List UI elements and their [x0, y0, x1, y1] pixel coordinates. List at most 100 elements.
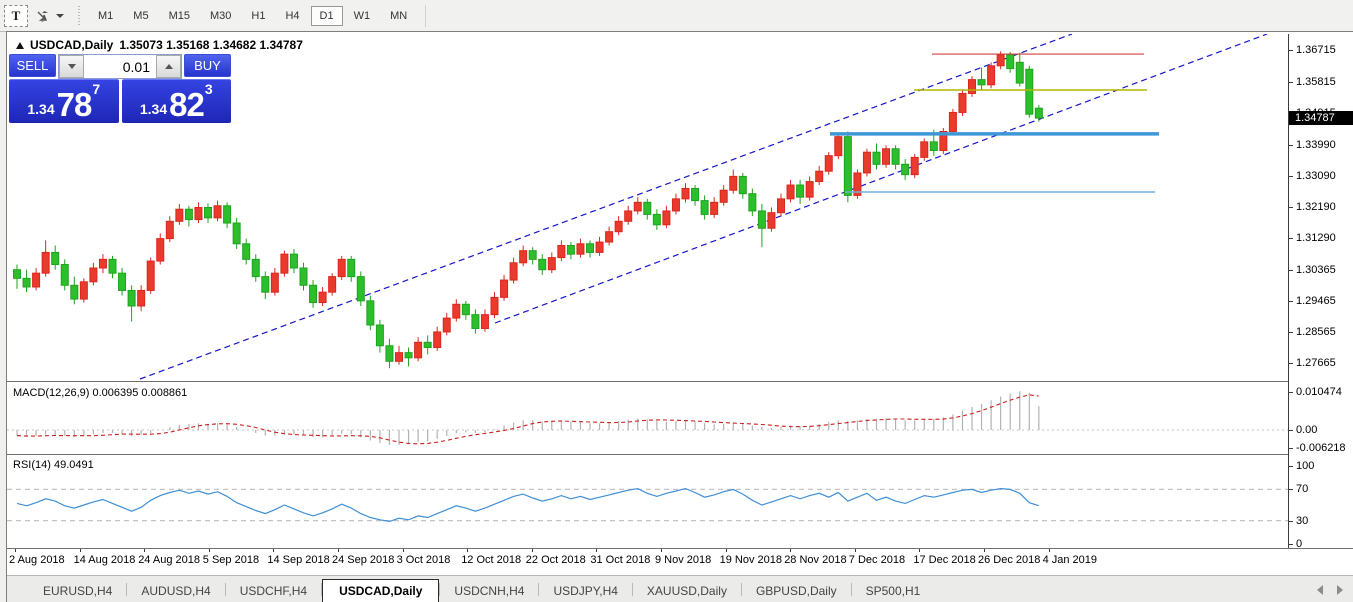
price-tick-label: 1.35815: [1289, 76, 1336, 88]
price-tick-label: 1.28565: [1289, 326, 1336, 338]
date-tick: [467, 549, 469, 552]
volume-increase-button[interactable]: [156, 55, 181, 78]
rsi-pane[interactable]: RSI(14) 49.0491: [7, 456, 1288, 548]
collapse-triangle-icon[interactable]: [16, 41, 24, 49]
rsi-chart: [7, 487, 1288, 523]
tab-xauusd[interactable]: XAUUSD,Daily: [633, 580, 741, 602]
rsi-tick-label: 70: [1288, 483, 1309, 495]
sell-price-panel[interactable]: 1.34 78 7: [9, 79, 119, 123]
date-label: 9 Nov 2018: [655, 554, 712, 566]
date-label: 14 Aug 2018: [73, 554, 136, 566]
tab-sp500[interactable]: SP500,H1: [852, 580, 935, 602]
date-tick: [79, 549, 81, 552]
timeframe-button-h1[interactable]: H1: [242, 6, 274, 26]
date-label: 17 Dec 2018: [913, 554, 976, 566]
volume-input[interactable]: [84, 55, 156, 78]
tab-usdcad[interactable]: USDCAD,Daily: [322, 579, 440, 602]
toolbar-grip[interactable]: [77, 5, 82, 26]
chart-tab-bar: EURUSD,H4 AUDUSD,H4 USDCHF,H4 USDCAD,Daily U…: [7, 575, 1353, 602]
date-label: 2 Aug 2018: [9, 554, 65, 566]
date-tick: [402, 549, 404, 552]
mt4-window: T M1 M5 M15 M30 H1 H4 D1 W1 MN USDCAD,Daily 1.35…: [0, 0, 1353, 602]
timeframe-button-mn[interactable]: MN: [381, 6, 416, 26]
buy-price-point: 3: [204, 81, 213, 97]
date-axis[interactable]: 2 Aug 2018 14 Aug 2018 24 Aug 2018 5 Sep 20…: [7, 549, 1288, 575]
arrow-up-icon: [164, 64, 173, 69]
chart-symbol-label: USDCAD,Daily: [30, 38, 114, 52]
date-tick: [661, 549, 662, 552]
tab-eurusd[interactable]: EURUSD,H4: [29, 580, 126, 602]
date-tick: [790, 549, 792, 552]
arrows-tool-button[interactable]: [32, 5, 67, 27]
date-tick: [1048, 549, 1050, 552]
date-label: 7 Dec 2018: [848, 554, 906, 566]
buy-price-base: 1.34: [139, 101, 168, 117]
date-tick: [854, 549, 856, 552]
macd-pane[interactable]: MACD(12,26,9) 0.006395 0.008861: [7, 384, 1288, 454]
date-tick: [596, 549, 598, 552]
date-tick: [15, 549, 16, 552]
price-axis[interactable]: 1.34787 1.367151.358151.349151.339901.33…: [1288, 34, 1353, 550]
sell-button[interactable]: SELL: [9, 54, 56, 77]
tab-scroll-nav: [1317, 585, 1343, 595]
toolbar-separator: [425, 4, 427, 27]
date-label: 4 Jan 2019: [1042, 554, 1098, 566]
date-label: 22 Oct 2018: [525, 554, 586, 566]
tab-scroll-left-icon[interactable]: [1317, 585, 1323, 595]
tab-usdcnh[interactable]: USDCNH,H4: [440, 580, 538, 602]
date-label: 5 Sep 2018: [202, 554, 260, 566]
date-tick: [338, 549, 339, 552]
sell-price-base: 1.34: [27, 101, 55, 117]
sell-price-pips: 78: [56, 86, 93, 123]
chart-title: USDCAD,Daily 1.35073 1.35168 1.34682 1.3…: [16, 38, 303, 52]
timeframe-group: M1 M5 M15 M30 H1 H4 D1 W1 MN: [88, 0, 417, 31]
price-tick-label: 1.29465: [1289, 295, 1336, 307]
date-tick: [531, 549, 533, 552]
dropdown-caret-icon[interactable]: [56, 13, 64, 18]
timeframe-button-w1[interactable]: W1: [345, 6, 380, 26]
price-tick-label: 1.32190: [1289, 201, 1336, 213]
timeframe-button-m30[interactable]: M30: [201, 6, 240, 26]
macd-indicator-label: MACD(12,26,9) 0.006395 0.008861: [13, 387, 188, 399]
price-chart-pane[interactable]: USDCAD,Daily 1.35073 1.35168 1.34682 1.3…: [7, 34, 1288, 381]
timeframe-button-m5[interactable]: M5: [124, 6, 157, 26]
buy-button[interactable]: BUY: [184, 54, 231, 77]
macd-tick-label: 0.010474: [1289, 386, 1342, 398]
buy-price-panel[interactable]: 1.34 82 3: [121, 79, 231, 123]
tab-scroll-right-icon[interactable]: [1337, 585, 1343, 595]
date-label: 12 Oct 2018: [461, 554, 522, 566]
sell-price-point: 7: [92, 81, 101, 97]
toolbar: T M1 M5 M15 M30 H1 H4 D1 W1 MN: [0, 0, 1353, 32]
price-tick-label: 1.27665: [1289, 357, 1336, 369]
arrow-down-icon: [67, 64, 76, 69]
price-tick-label: 1.30365: [1289, 264, 1336, 276]
volume-decrease-button[interactable]: [59, 55, 84, 78]
date-label: 26 Dec 2018: [978, 554, 1041, 566]
text-tool-icon: T: [11, 7, 21, 23]
date-label: 28 Nov 2018: [784, 554, 847, 566]
timeframe-button-d1[interactable]: D1: [310, 5, 343, 26]
buy-price-pips: 82: [169, 86, 205, 123]
date-label: 24 Aug 2018: [138, 554, 200, 566]
rsi-tick-label: 30: [1288, 515, 1309, 527]
date-label: 31 Oct 2018: [590, 554, 651, 566]
tab-usdchf[interactable]: USDCHF,H4: [226, 580, 321, 602]
rsi-indicator-label: RSI(14) 49.0491: [13, 459, 94, 471]
price-tick-label: 1.31290: [1289, 232, 1336, 244]
volume-stepper: [58, 54, 182, 79]
timeframe-button-h4[interactable]: H4: [276, 6, 308, 26]
current-price-badge: 1.34787: [1289, 111, 1353, 125]
date-tick: [144, 549, 146, 552]
text-tool-button[interactable]: T: [4, 4, 28, 27]
macd-tick-label: 0.00: [1288, 424, 1318, 436]
price-tick-label: 1.33990: [1289, 139, 1336, 151]
price-tick-label: 1.36715: [1289, 44, 1336, 56]
date-tick: [273, 549, 275, 552]
date-tick: [725, 549, 727, 552]
timeframe-button-m15[interactable]: M15: [160, 6, 199, 26]
tab-audusd[interactable]: AUDUSD,H4: [127, 580, 224, 602]
date-label: 14 Sep 2018: [267, 554, 330, 566]
tab-gbpusd[interactable]: GBPUSD,Daily: [742, 580, 851, 602]
tab-usdjpy[interactable]: USDJPY,H4: [539, 580, 631, 602]
timeframe-button-m1[interactable]: M1: [89, 6, 122, 26]
